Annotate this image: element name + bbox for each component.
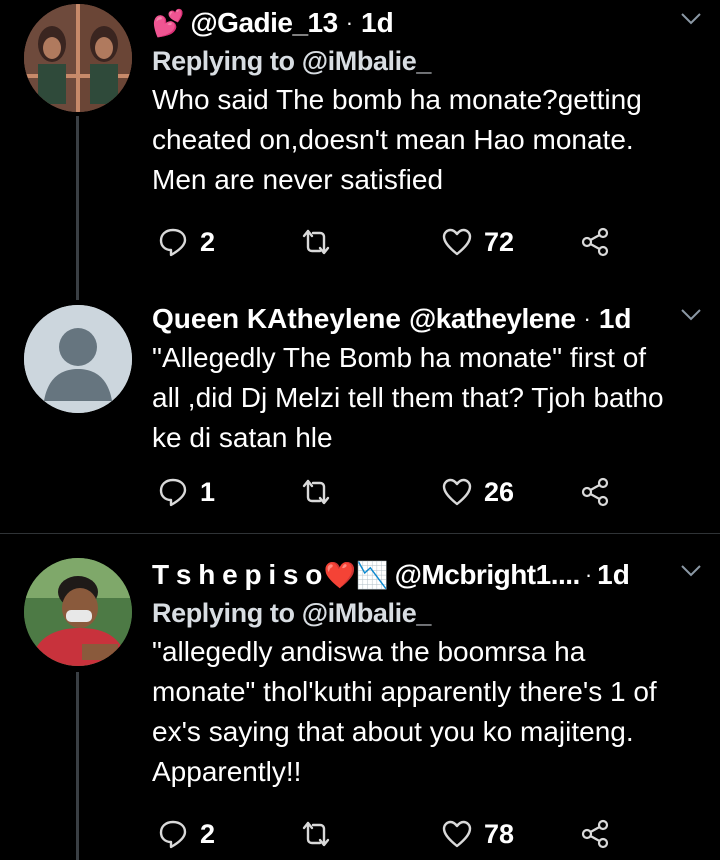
retweet-icon: [302, 479, 330, 505]
user-handle[interactable]: @Mcbright1....: [395, 556, 581, 594]
tweet-text-line: "allegedly andiswa the boomrsa ha: [152, 636, 586, 667]
tweet-actions: 2 72: [158, 222, 628, 262]
heart-icon: [442, 478, 472, 506]
retweet-button[interactable]: [300, 222, 332, 262]
like-count: 26: [484, 476, 515, 507]
like-count: 72: [484, 226, 515, 257]
reply-button[interactable]: 1: [158, 472, 215, 512]
tweet-header: 💕 @Gadie_13 · 1d: [152, 4, 702, 42]
reply-mention-link[interactable]: @iMbalie_: [302, 598, 432, 628]
name-emoji: ❤️📉: [323, 560, 389, 590]
tweet-header: T s h e p i s o ❤️📉 @Mcbright1.... · 1d: [152, 556, 702, 594]
separator-dot: ·: [345, 10, 354, 35]
retweet-button[interactable]: [300, 814, 332, 854]
tweet-text: Who said The bomb ha monate?getting chea…: [152, 80, 702, 200]
timestamp[interactable]: 1d: [361, 4, 394, 42]
separator-dot: ·: [583, 306, 591, 331]
reply-mention-link[interactable]: @iMbalie_: [302, 46, 432, 76]
tweet-content: T s h e p i s o ❤️📉 @Mcbright1.... · 1d …: [152, 556, 702, 792]
separator-dot: ·: [584, 562, 593, 587]
like-button[interactable]: 72: [442, 222, 514, 262]
reply-button[interactable]: 2: [158, 814, 215, 854]
timestamp[interactable]: 1d: [597, 556, 630, 594]
like-button[interactable]: 26: [442, 472, 514, 512]
avatar[interactable]: [24, 4, 132, 112]
chevron-down-icon[interactable]: [680, 12, 702, 26]
reply-count: 2: [200, 226, 216, 257]
tweet-actions: 2 78: [158, 814, 628, 854]
avatar[interactable]: [24, 558, 132, 666]
heart-icon: [442, 228, 472, 256]
tweet-text: "allegedly andiswa the boomrsa ha monate…: [152, 632, 702, 792]
heart-emoji: 💕: [152, 8, 185, 38]
tweet-actions: 1 26: [158, 472, 628, 512]
share-button[interactable]: [580, 814, 610, 854]
tweet-text-line: monate" thol'kuthi apparently there's 1 …: [152, 676, 657, 707]
tweet-content: Queen KAtheylene @katheylene · 1d "Alleg…: [152, 300, 702, 458]
replying-to: Replying to @iMbalie_: [152, 42, 702, 80]
tweet-text-line: Apparently!!: [152, 756, 302, 787]
reply-icon: [159, 228, 187, 257]
reply-count: 2: [200, 818, 216, 849]
share-icon: [581, 477, 609, 507]
like-button[interactable]: 78: [442, 814, 514, 854]
replying-to-label: Replying to: [152, 598, 295, 628]
replying-to-label: Replying to: [152, 46, 295, 76]
share-icon: [581, 819, 609, 849]
heart-icon: [442, 820, 472, 848]
reply-button[interactable]: 2: [158, 222, 215, 262]
chevron-down-icon[interactable]: [680, 308, 702, 322]
replying-to: Replying to @iMbalie_: [152, 594, 702, 632]
share-button[interactable]: [580, 222, 610, 262]
display-name[interactable]: Queen KAtheylene: [152, 300, 401, 338]
tweet-text-line: ex's saying that about you ko majiteng.: [152, 716, 634, 747]
retweet-icon: [302, 821, 330, 847]
tweet-text-line: Men are never satisfied: [152, 164, 444, 195]
user-handle[interactable]: @Gadie_13: [190, 4, 338, 42]
tweet-text-line: all ,did Dj Melzi tell them that? Tjoh b…: [152, 382, 664, 413]
tweet-text-line: cheated on,doesn't mean Hao monate.: [152, 124, 634, 155]
tweet-header: Queen KAtheylene @katheylene · 1d: [152, 300, 702, 338]
tweet-1[interactable]: 💕 @Gadie_13 · 1d Replying to @iMbalie_ W…: [0, 0, 720, 300]
chevron-down-icon[interactable]: [680, 564, 702, 578]
tweet-2[interactable]: Queen KAtheylene @katheylene · 1d "Alleg…: [0, 300, 720, 532]
display-name[interactable]: T s h e p i s o: [152, 556, 322, 594]
tweet-text-line: Who said The bomb ha monate?getting: [152, 84, 642, 115]
user-handle[interactable]: @katheylene: [409, 300, 576, 338]
tweet-content: 💕 @Gadie_13 · 1d Replying to @iMbalie_ W…: [152, 4, 702, 200]
avatar[interactable]: [24, 305, 132, 413]
like-count: 78: [484, 818, 515, 849]
tweet-text-line: ke di satan hle: [152, 422, 333, 453]
retweet-icon: [302, 229, 330, 255]
timestamp[interactable]: 1d: [599, 300, 632, 338]
tweet-text: "Allegedly The Bomb ha monate" first of …: [152, 338, 702, 458]
thread-line: [76, 116, 79, 300]
reply-icon: [159, 478, 187, 507]
reply-icon: [159, 820, 187, 849]
tweet-text-line: "Allegedly The Bomb ha monate" first of: [152, 342, 647, 373]
retweet-button[interactable]: [300, 472, 332, 512]
share-icon: [581, 227, 609, 257]
thread-line: [76, 672, 79, 860]
reply-count: 1: [200, 476, 216, 507]
tweet-3[interactable]: T s h e p i s o ❤️📉 @Mcbright1.... · 1d …: [0, 534, 720, 860]
share-button[interactable]: [580, 472, 610, 512]
